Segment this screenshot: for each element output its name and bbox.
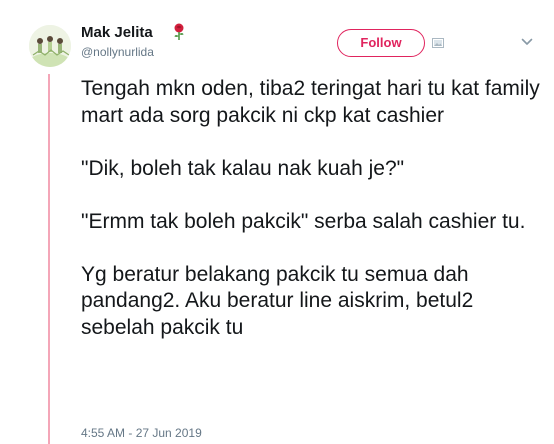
media-icon — [432, 38, 444, 48]
chevron-down-icon[interactable] — [521, 38, 533, 46]
follow-button[interactable]: Follow — [337, 29, 425, 57]
avatar[interactable] — [29, 25, 71, 67]
user-handle[interactable]: @nollynurlida — [81, 45, 154, 59]
display-name[interactable]: Mak Jelita — [81, 24, 153, 41]
tweet-timestamp[interactable]: 4:55 AM - 27 Jun 2019 — [81, 426, 202, 440]
thread-line — [48, 74, 50, 444]
tweet-text: Tengah mkn oden, tiba2 teringat hari tu … — [81, 77, 540, 339]
rose-icon — [174, 23, 184, 40]
